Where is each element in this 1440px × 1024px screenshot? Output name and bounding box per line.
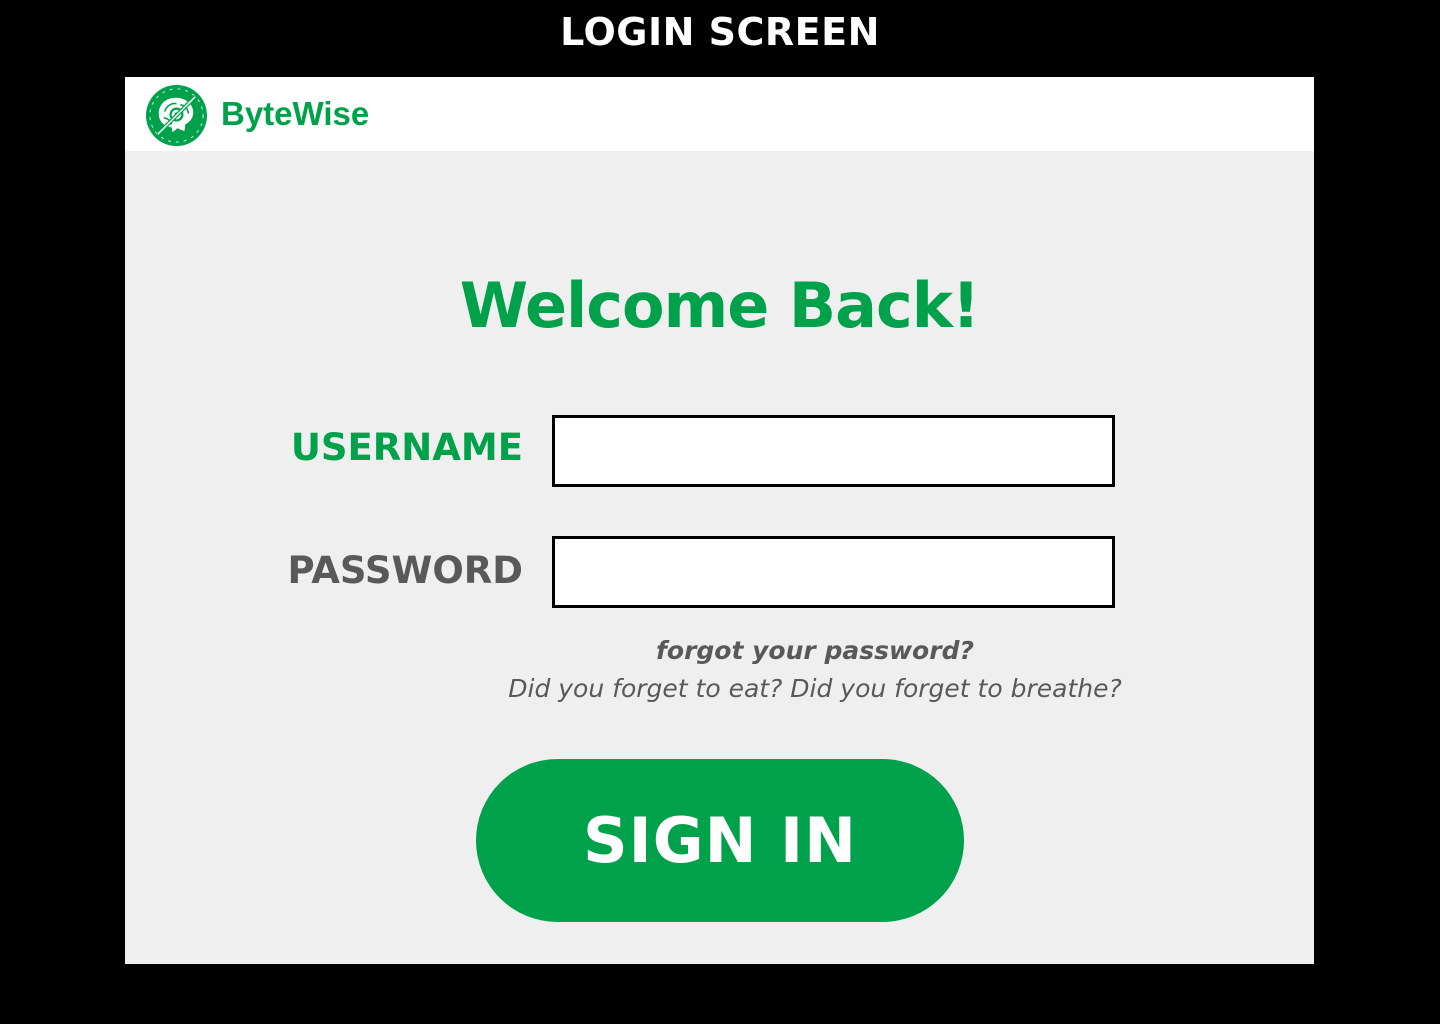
password-label: PASSWORD bbox=[287, 549, 523, 592]
forgot-password-link[interactable]: forgot your password? bbox=[525, 636, 1105, 665]
username-input[interactable] bbox=[552, 415, 1115, 487]
welcome-heading: Welcome Back! bbox=[459, 269, 980, 342]
app-header: ByteWise bbox=[125, 77, 1314, 151]
brain-chip-logo-icon bbox=[145, 84, 208, 147]
sign-in-button[interactable]: SIGN IN bbox=[476, 759, 964, 922]
app-window: ByteWise Welcome Back! USERNAME PASSWORD… bbox=[125, 77, 1314, 964]
password-input[interactable] bbox=[552, 536, 1115, 608]
brand-name: ByteWise bbox=[221, 95, 370, 132]
screen-title: LOGIN SCREEN bbox=[560, 10, 880, 54]
username-label: USERNAME bbox=[290, 426, 523, 469]
forgot-password-subtext: Did you forget to eat? Did you forget to… bbox=[508, 674, 1122, 703]
